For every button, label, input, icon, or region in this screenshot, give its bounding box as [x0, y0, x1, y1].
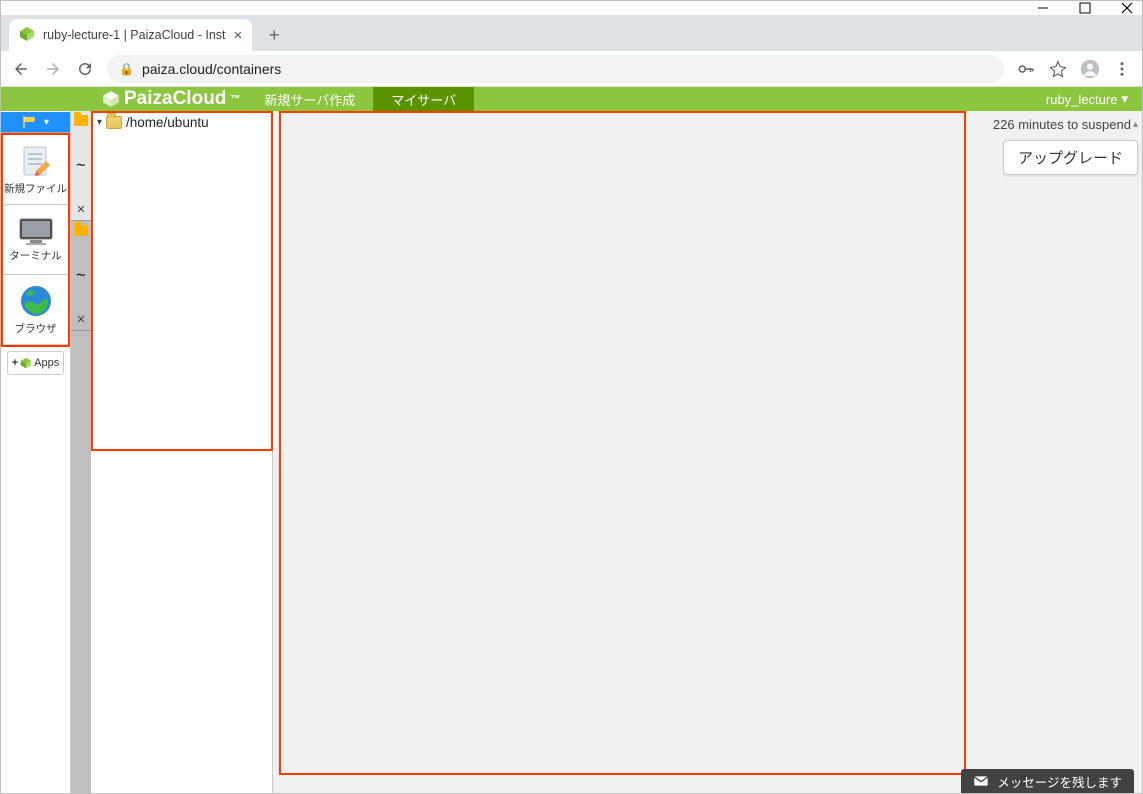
- profile-avatar[interactable]: [1080, 59, 1100, 79]
- file-tab-2[interactable]: ~ ✕: [71, 221, 91, 331]
- chevron-up-icon[interactable]: ▴: [1133, 119, 1138, 130]
- paizacloud-logo[interactable]: PaizaCloud ™: [96, 87, 246, 111]
- new-file-label: 新規ファイル: [4, 181, 67, 196]
- kebab-menu-icon[interactable]: [1112, 59, 1132, 79]
- flag-button[interactable]: ▾: [1, 111, 70, 133]
- favicon-cube-icon: [19, 26, 35, 45]
- message-label: メッセージを残します: [997, 772, 1122, 791]
- tab-close-icon[interactable]: ×: [234, 27, 243, 44]
- url-text: paiza.cloud/containers: [142, 61, 281, 77]
- envelope-icon: [973, 773, 989, 789]
- menu-my-server[interactable]: マイサーバ: [373, 87, 474, 111]
- message-bar[interactable]: メッセージを残します: [961, 769, 1134, 793]
- tab-title: ruby-lecture-1 | PaizaCloud - Inst: [43, 28, 226, 42]
- main-area: ▾ 新規ファイル: [1, 111, 1142, 793]
- workspace-wrap: 226 minutes to suspend ▴ アップグレード: [273, 111, 1142, 793]
- minimize-button[interactable]: [1036, 1, 1050, 15]
- explorer-path: /home/ubuntu: [126, 115, 209, 130]
- folder-icon: [106, 116, 122, 129]
- apps-label: Apps: [34, 357, 59, 369]
- left-toolbar: ▾ 新規ファイル: [1, 111, 71, 793]
- browser-tab[interactable]: ruby-lecture-1 | PaizaCloud - Inst ×: [9, 19, 252, 51]
- logo-cube-icon: [102, 90, 120, 108]
- maximize-button[interactable]: [1078, 1, 1092, 15]
- browser-toolbar: 🔒 paiza.cloud/containers: [1, 51, 1142, 87]
- file-tab-1[interactable]: ~ ✕: [71, 111, 91, 221]
- document-pencil-icon: [18, 143, 54, 179]
- tilde-icon: ~: [76, 155, 86, 174]
- address-bar[interactable]: 🔒 paiza.cloud/containers: [107, 55, 1004, 83]
- file-tabs-column: ~ ✕ ~ ✕: [71, 111, 91, 793]
- close-window-button[interactable]: [1120, 1, 1134, 15]
- user-menu[interactable]: ruby_lecture ▾: [1032, 87, 1142, 111]
- window-titlebar: [1, 1, 1142, 15]
- browser-tab-strip: ruby-lecture-1 | PaizaCloud - Inst × +: [1, 15, 1142, 51]
- explorer-root-row[interactable]: ▾ /home/ubuntu: [93, 113, 271, 132]
- explorer-filler: [91, 451, 273, 793]
- apps-button[interactable]: + Apps: [7, 351, 64, 375]
- terminal-button[interactable]: ターミナル: [3, 205, 68, 275]
- lock-icon: 🔒: [119, 62, 134, 76]
- chevron-down-icon: ▾: [1121, 91, 1128, 107]
- suspend-label: 226 minutes to suspend ▴: [993, 117, 1138, 132]
- new-tab-button[interactable]: +: [260, 21, 288, 49]
- browser-button[interactable]: ブラウザ: [3, 275, 68, 345]
- collapse-arrow-icon[interactable]: ▾: [97, 117, 102, 128]
- back-button[interactable]: [11, 59, 31, 79]
- file-explorer-panel: ▾ /home/ubuntu: [91, 111, 273, 451]
- browser-label: ブラウザ: [15, 321, 57, 336]
- close-icon[interactable]: ✕: [76, 203, 85, 216]
- right-panel: 226 minutes to suspend ▴ アップグレード: [970, 117, 1138, 175]
- star-icon[interactable]: [1048, 59, 1068, 79]
- globe-icon: [18, 283, 54, 319]
- key-icon[interactable]: [1016, 59, 1036, 79]
- forward-button[interactable]: [43, 59, 63, 79]
- apps-cube-icon: [20, 357, 32, 369]
- upgrade-button[interactable]: アップグレード: [1003, 140, 1138, 175]
- tilde-icon: ~: [76, 265, 86, 284]
- user-label: ruby_lecture: [1046, 92, 1118, 107]
- app-bar: PaizaCloud ™ 新規サーバ作成 マイサーバ ruby_lecture ▾: [1, 87, 1142, 111]
- workspace-area: [279, 111, 966, 775]
- logo-text: PaizaCloud: [124, 88, 226, 110]
- close-icon[interactable]: ✕: [76, 313, 85, 326]
- folder-icon: [74, 225, 88, 236]
- folder-icon: [74, 115, 88, 126]
- reload-button[interactable]: [75, 59, 95, 79]
- terminal-label: ターミナル: [9, 248, 62, 263]
- menu-new-server[interactable]: 新規サーバ作成: [246, 87, 373, 111]
- monitor-icon: [16, 216, 56, 246]
- new-file-button[interactable]: 新規ファイル: [3, 135, 68, 205]
- trademark: ™: [230, 94, 240, 105]
